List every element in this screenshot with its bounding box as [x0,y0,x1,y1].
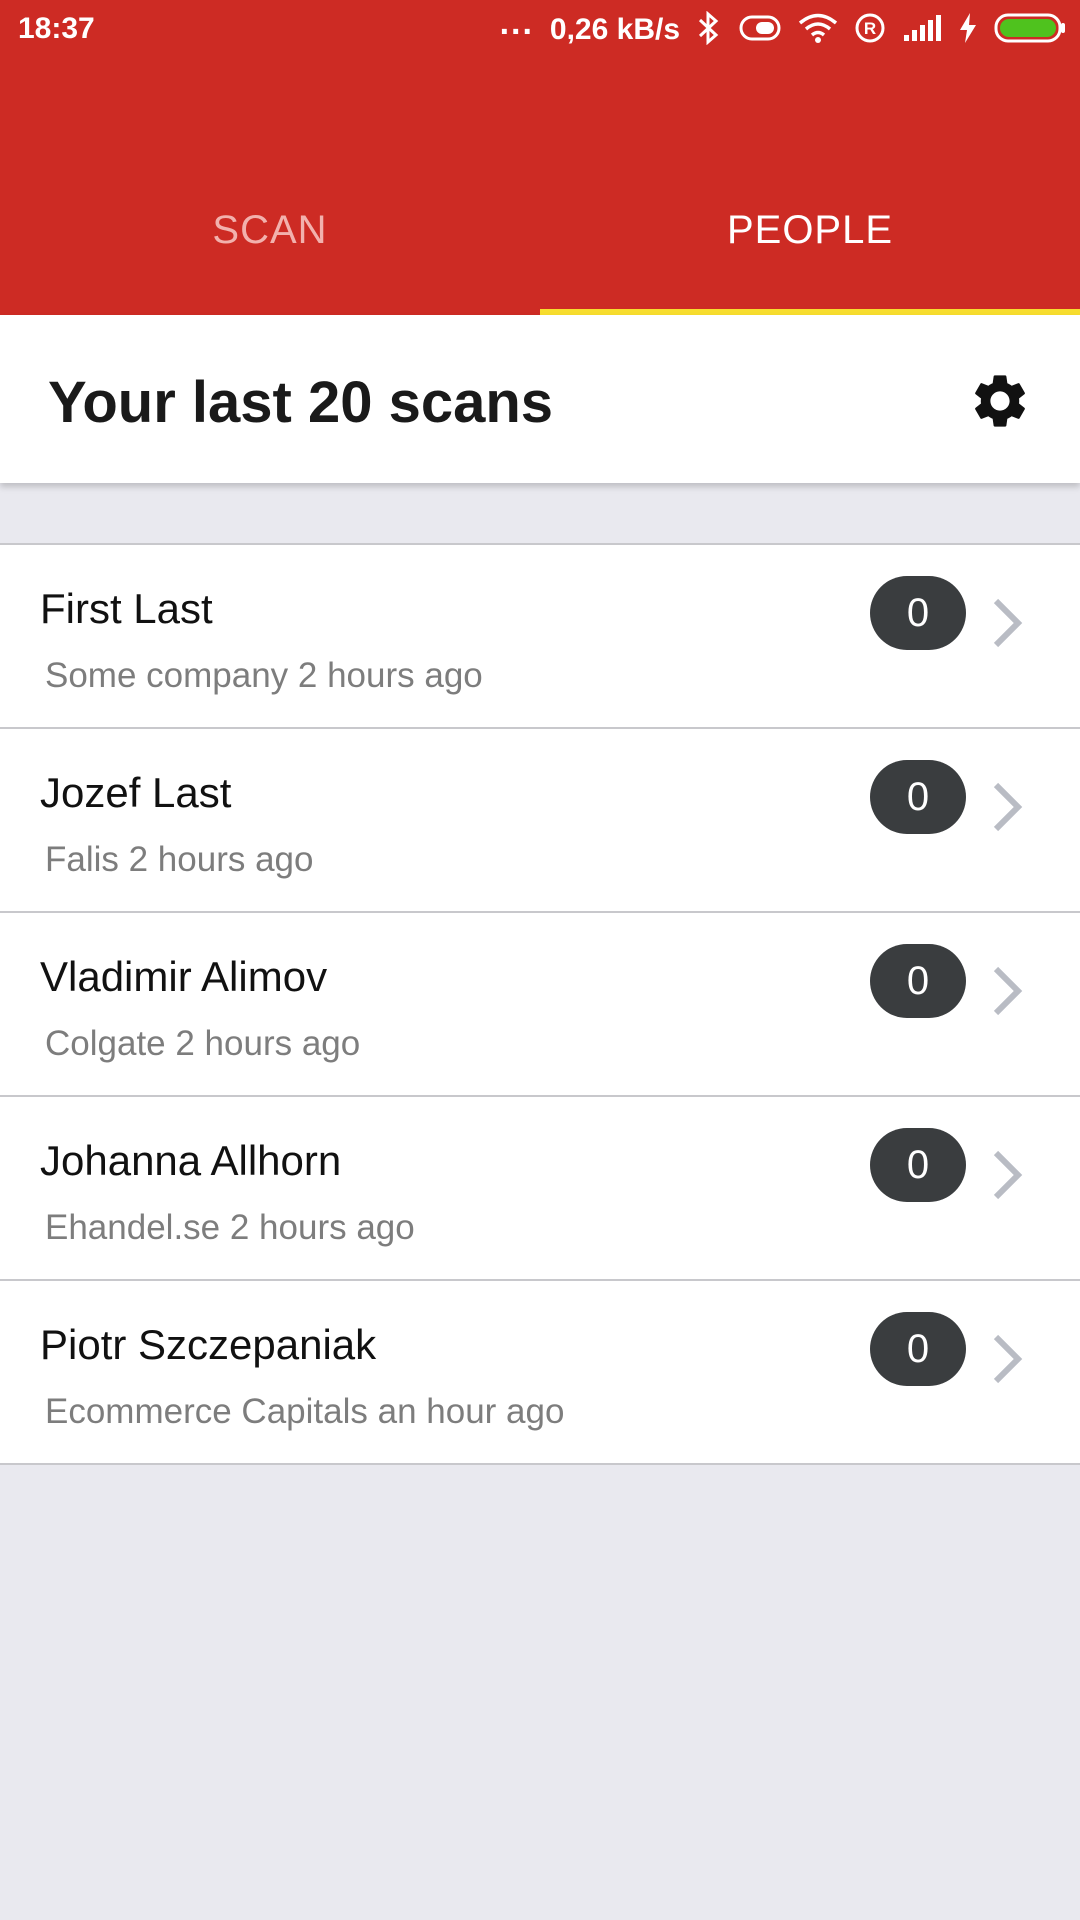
scan-count-badge: 0 [870,1128,966,1202]
signal-icon [902,13,942,48]
list-item[interactable]: Vladimir Alimov Colgate 2 hours ago 0 [0,913,1080,1097]
status-icons: ... 0,26 kB/s R [500,4,1066,50]
list-item[interactable]: Piotr Szczepaniak Ecommerce Capitals an … [0,1281,1080,1465]
battery-icon [994,12,1066,49]
gear-icon[interactable] [968,369,1032,433]
scan-count-badge: 0 [870,576,966,650]
scans-header: Your last 20 scans [0,315,1080,483]
vibrate-icon [738,13,782,48]
people-list: First Last Some company 2 hours ago 0 Jo… [0,543,1080,1465]
list-item[interactable]: First Last Some company 2 hours ago 0 [0,545,1080,729]
app-bar: 18:37 ... 0,26 kB/s R SCAN PEOPLE [0,0,1080,315]
network-speed: 0,26 kB/s [549,13,680,46]
page-title: Your last 20 scans [48,370,554,435]
roaming-r-icon: R [854,12,886,49]
person-name: Vladimir Alimov [40,953,328,1000]
svg-text:R: R [864,19,876,38]
tab-scan[interactable]: SCAN [0,175,540,315]
person-company-time: Ecommerce Capitals an hour ago [45,1392,565,1431]
scan-count-badge: 0 [870,1312,966,1386]
tab-people-label: PEOPLE [726,208,894,252]
status-dots: ... [499,3,534,42]
list-item[interactable]: Johanna Allhorn Ehandel.se 2 hours ago 0 [0,1097,1080,1281]
person-company-time: Colgate 2 hours ago [45,1024,361,1063]
chevron-right-icon [993,598,1023,648]
person-name: First Last [40,585,213,632]
scan-count-badge: 0 [870,760,966,834]
status-time: 18:37 [18,12,95,45]
bluetooth-icon [696,10,722,50]
list-item[interactable]: Jozef Last Falis 2 hours ago 0 [0,729,1080,913]
chevron-right-icon [993,1150,1023,1200]
tab-scan-label: SCAN [212,208,328,252]
person-company-time: Falis 2 hours ago [45,840,314,879]
chevron-right-icon [993,1334,1023,1384]
scan-count-badge: 0 [870,944,966,1018]
status-bar: 18:37 ... 0,26 kB/s R [0,0,1080,60]
person-name: Jozef Last [40,769,232,816]
wifi-icon [798,12,838,49]
chevron-right-icon [993,966,1023,1016]
person-company-time: Some company 2 hours ago [45,656,483,695]
tab-people[interactable]: PEOPLE [540,175,1080,315]
person-company-time: Ehandel.se 2 hours ago [45,1208,415,1247]
person-name: Piotr Szczepaniak [40,1321,377,1368]
charging-icon [958,12,978,49]
tab-bar: SCAN PEOPLE [0,175,1080,315]
chevron-right-icon [993,782,1023,832]
person-name: Johanna Allhorn [40,1137,342,1184]
